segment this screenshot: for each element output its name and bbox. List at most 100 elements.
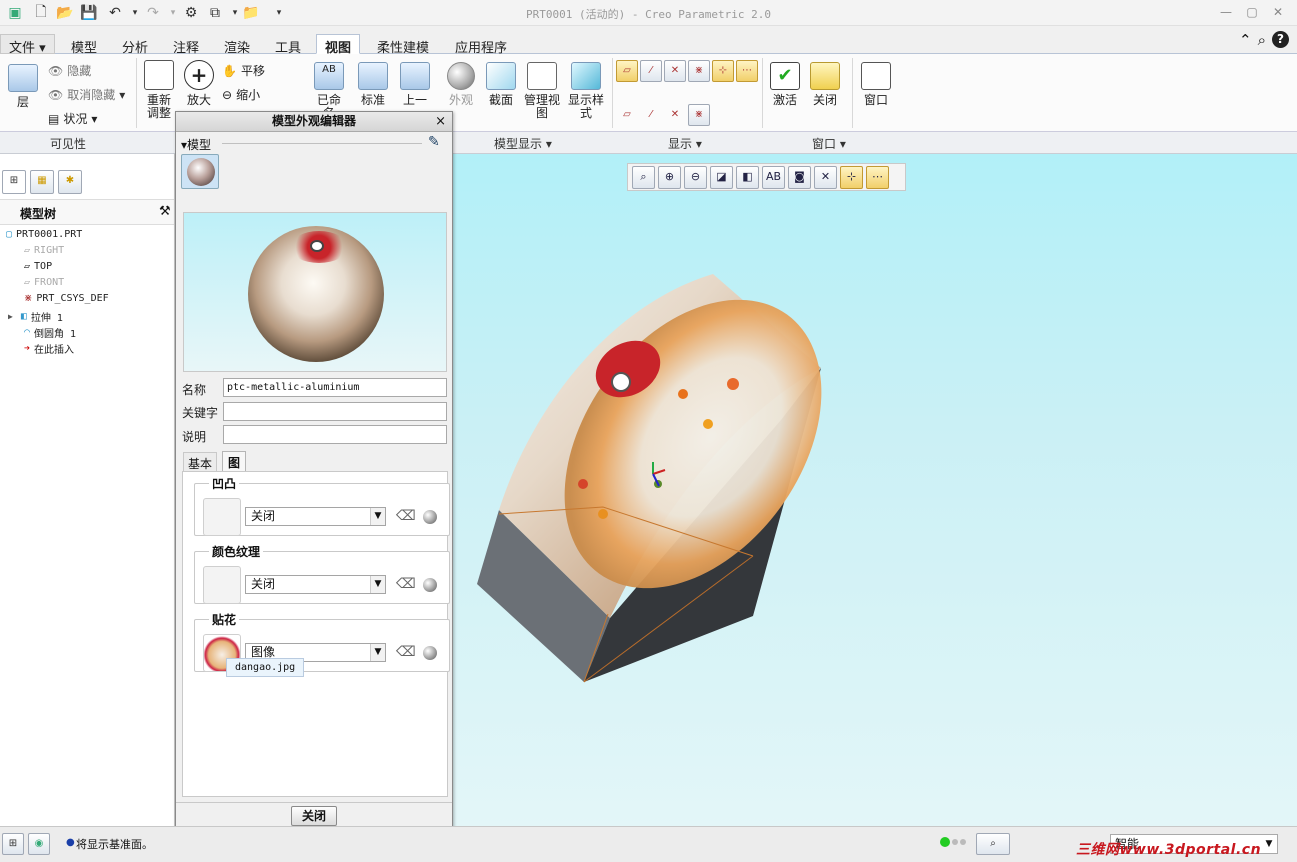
browser-toggle-icon[interactable]: ◉: [28, 833, 50, 855]
model-section-toggle[interactable]: ▾模型: [181, 136, 211, 153]
dialog-close-button[interactable]: 关闭: [291, 806, 337, 826]
axis-tag-icon[interactable]: ⁄: [640, 104, 662, 126]
color-texture-dropdown[interactable]: 关闭 ▼: [245, 575, 386, 594]
tree-item-csys[interactable]: ⋇ PRT_CSYS_DEF: [24, 293, 109, 304]
zoom-in-icon: +: [184, 60, 214, 90]
zoom-out-button[interactable]: ⊖ 缩小: [222, 86, 260, 103]
zoom-in-icon[interactable]: ⊕: [658, 165, 681, 189]
eraser-icon[interactable]: ⌫: [396, 644, 416, 660]
refit-icon[interactable]: ⌕: [632, 165, 655, 189]
navigator-toggle-icon[interactable]: ⊞: [2, 833, 24, 855]
keyword-field[interactable]: [223, 402, 447, 421]
tab-analysis[interactable]: 分析: [113, 34, 157, 56]
find-binoculars-icon[interactable]: ⌕: [976, 833, 1010, 855]
tree-item-front[interactable]: ▱ FRONT: [24, 277, 64, 288]
display-style-icon[interactable]: ◧: [736, 165, 759, 189]
bump-thumbnail[interactable]: [203, 498, 241, 536]
model-tree-tab-icon[interactable]: ⊞: [2, 170, 26, 194]
zoom-in-button[interactable]: + 放大: [183, 60, 215, 107]
tab-file[interactable]: 文件 ▾: [0, 34, 55, 56]
view-manager-icon[interactable]: ◙: [788, 165, 811, 189]
tree-item-extrude[interactable]: ▶ ◧ 拉伸 1: [8, 309, 63, 324]
tree-settings-icon[interactable]: ⚒: [159, 204, 171, 219]
tree-item-part[interactable]: ▢ PRT0001.PRT: [6, 229, 82, 240]
annotation-display-icon[interactable]: ⋯: [736, 60, 758, 82]
appearance-swatch[interactable]: [181, 154, 219, 189]
plane-display-icon[interactable]: ▱: [616, 60, 638, 82]
color-texture-thumbnail[interactable]: [203, 566, 241, 604]
ribbon-tabs: 文件 ▾ 模型 分析 注释 渲染 工具 视图 柔性建模 应用程序: [0, 34, 1297, 56]
expand-arrow-icon[interactable]: ▶: [8, 312, 13, 321]
tab-applications[interactable]: 应用程序: [446, 34, 516, 56]
group-window[interactable]: 窗口 ▾: [812, 135, 846, 152]
point-display-icon[interactable]: ✕: [664, 60, 686, 82]
unhide-button[interactable]: 👁 取消隐藏 ▾: [48, 86, 125, 103]
saved-views-icon[interactable]: AB: [762, 165, 785, 189]
repaint-icon[interactable]: ◪: [710, 165, 733, 189]
tab-annotate[interactable]: 注释: [164, 34, 208, 56]
search-icon[interactable]: ⌕: [1258, 31, 1266, 49]
tree-item-top[interactable]: ▱ TOP: [24, 261, 52, 272]
tab-flexible-modeling[interactable]: 柔性建模: [368, 34, 438, 56]
edit-map-icon[interactable]: [423, 578, 437, 592]
previous-view-button[interactable]: 上一: [398, 62, 432, 107]
standard-view-button[interactable]: 标准: [356, 62, 390, 107]
tab-model[interactable]: 模型: [62, 34, 106, 56]
group-display[interactable]: 显示 ▾: [668, 135, 702, 152]
plane-tag-icon[interactable]: ▱: [616, 104, 638, 126]
csys-tag-icon[interactable]: ⋇: [688, 104, 710, 126]
collapse-ribbon-icon[interactable]: ⌃: [1239, 31, 1252, 49]
datum-display-icon[interactable]: ✕: [814, 165, 837, 189]
axis-display-icon[interactable]: ⁄: [640, 60, 662, 82]
activate-button[interactable]: ✔ 激活: [768, 62, 802, 107]
eraser-icon[interactable]: ⌫: [396, 576, 416, 592]
manage-views-button[interactable]: 管理视图: [522, 62, 562, 120]
tab-basic[interactable]: 基本: [183, 452, 218, 472]
csys-display-icon[interactable]: ⋇: [688, 60, 710, 82]
zoom-out-icon[interactable]: ⊖: [684, 165, 707, 189]
color-texture-label: 颜色纹理: [209, 543, 264, 560]
point-tag-icon[interactable]: ✕: [664, 104, 686, 126]
tab-map[interactable]: 图: [222, 451, 247, 472]
preview-sphere: [248, 226, 384, 362]
maximize-icon[interactable]: ▢: [1244, 5, 1260, 19]
favorites-tab-icon[interactable]: ✱: [58, 170, 82, 194]
pan-button[interactable]: ✋ 平移: [222, 62, 265, 79]
folder-browser-tab-icon[interactable]: ▦: [30, 170, 54, 194]
tree-item-label: FRONT: [34, 277, 65, 288]
hide-button[interactable]: 👁 隐藏: [48, 62, 91, 79]
tab-render[interactable]: 渲染: [215, 34, 259, 56]
name-field[interactable]: ptc-metallic-aluminium: [223, 378, 447, 397]
tree-item-round[interactable]: ◠ 倒圆角 1: [24, 325, 76, 340]
decal-value: 图像: [251, 645, 276, 659]
help-icon[interactable]: ?: [1272, 31, 1289, 48]
tree-item-insert-here[interactable]: ➔ 在此插入: [24, 341, 74, 356]
display-style-button[interactable]: 显示样式: [566, 62, 606, 120]
spin-center-toggle-icon[interactable]: ⊹: [840, 165, 863, 189]
group-model-display[interactable]: 模型显示 ▾: [494, 135, 552, 152]
edit-map-icon[interactable]: [423, 646, 437, 660]
close-app-icon[interactable]: ✕: [1270, 5, 1286, 19]
graphics-viewport[interactable]: [453, 154, 1297, 826]
appearance-button[interactable]: 外观: [444, 62, 478, 107]
dialog-close-icon[interactable]: ×: [435, 112, 446, 131]
layer-button[interactable]: 层: [6, 64, 40, 109]
zoom-in-label: 放大: [186, 93, 211, 107]
annotation-toggle-icon[interactable]: ⋯: [866, 165, 889, 189]
status-button[interactable]: ▤ 状况 ▾: [48, 110, 97, 127]
eraser-icon[interactable]: ⌫: [396, 508, 416, 524]
tab-tools[interactable]: 工具: [266, 34, 310, 56]
refit-button[interactable]: 重新调整: [143, 60, 175, 120]
tab-view[interactable]: 视图: [316, 34, 361, 56]
refit-label: 重新调整: [146, 93, 171, 120]
close-window-button[interactable]: 关闭: [808, 62, 842, 107]
window-button[interactable]: 窗口: [858, 62, 894, 107]
section-button[interactable]: 截面: [484, 62, 518, 107]
eyedropper-icon[interactable]: ✎: [428, 134, 440, 150]
description-field[interactable]: [223, 425, 447, 444]
minimize-icon[interactable]: —: [1218, 5, 1234, 19]
tree-item-right[interactable]: ▱ RIGHT: [24, 245, 64, 256]
edit-map-icon[interactable]: [423, 510, 437, 524]
bump-dropdown[interactable]: 关闭 ▼: [245, 507, 386, 526]
spin-center-icon[interactable]: ⊹: [712, 60, 734, 82]
